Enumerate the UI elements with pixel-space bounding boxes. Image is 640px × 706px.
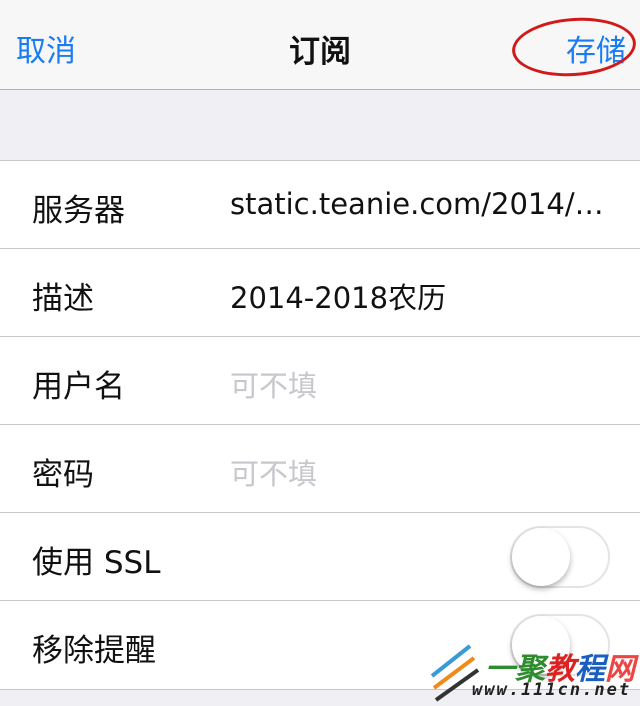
description-row[interactable]: 描述 2014-2018农历 [0, 249, 640, 337]
watermark-logo: 一聚教程网 www.111cn.net [430, 636, 640, 706]
password-field[interactable]: 可不填 [230, 451, 317, 493]
password-row[interactable]: 密码 可不填 [0, 425, 640, 513]
ssl-row: 使用 SSL [0, 513, 640, 601]
password-label: 密码 [32, 457, 94, 493]
description-field[interactable]: 2014-2018农历 [230, 275, 446, 317]
subscription-form: 服务器 static.teanie.com/2014/01/… 描述 2014-… [0, 160, 640, 690]
username-field[interactable]: 可不填 [230, 363, 317, 405]
ssl-label: 使用 SSL [32, 545, 161, 581]
remove-alerts-label: 移除提醒 [32, 633, 156, 669]
toggle-knob [512, 528, 570, 586]
server-row[interactable]: 服务器 static.teanie.com/2014/01/… [0, 161, 640, 249]
ssl-toggle[interactable] [510, 526, 610, 588]
watermark-url: www.111cn.net [472, 680, 632, 700]
server-label: 服务器 [32, 193, 125, 229]
description-label: 描述 [32, 281, 94, 317]
username-label: 用户名 [32, 369, 125, 405]
server-field[interactable]: static.teanie.com/2014/01/… [230, 187, 610, 221]
navigation-bar: 取消 订阅 存储 [0, 0, 640, 90]
username-row[interactable]: 用户名 可不填 [0, 337, 640, 425]
